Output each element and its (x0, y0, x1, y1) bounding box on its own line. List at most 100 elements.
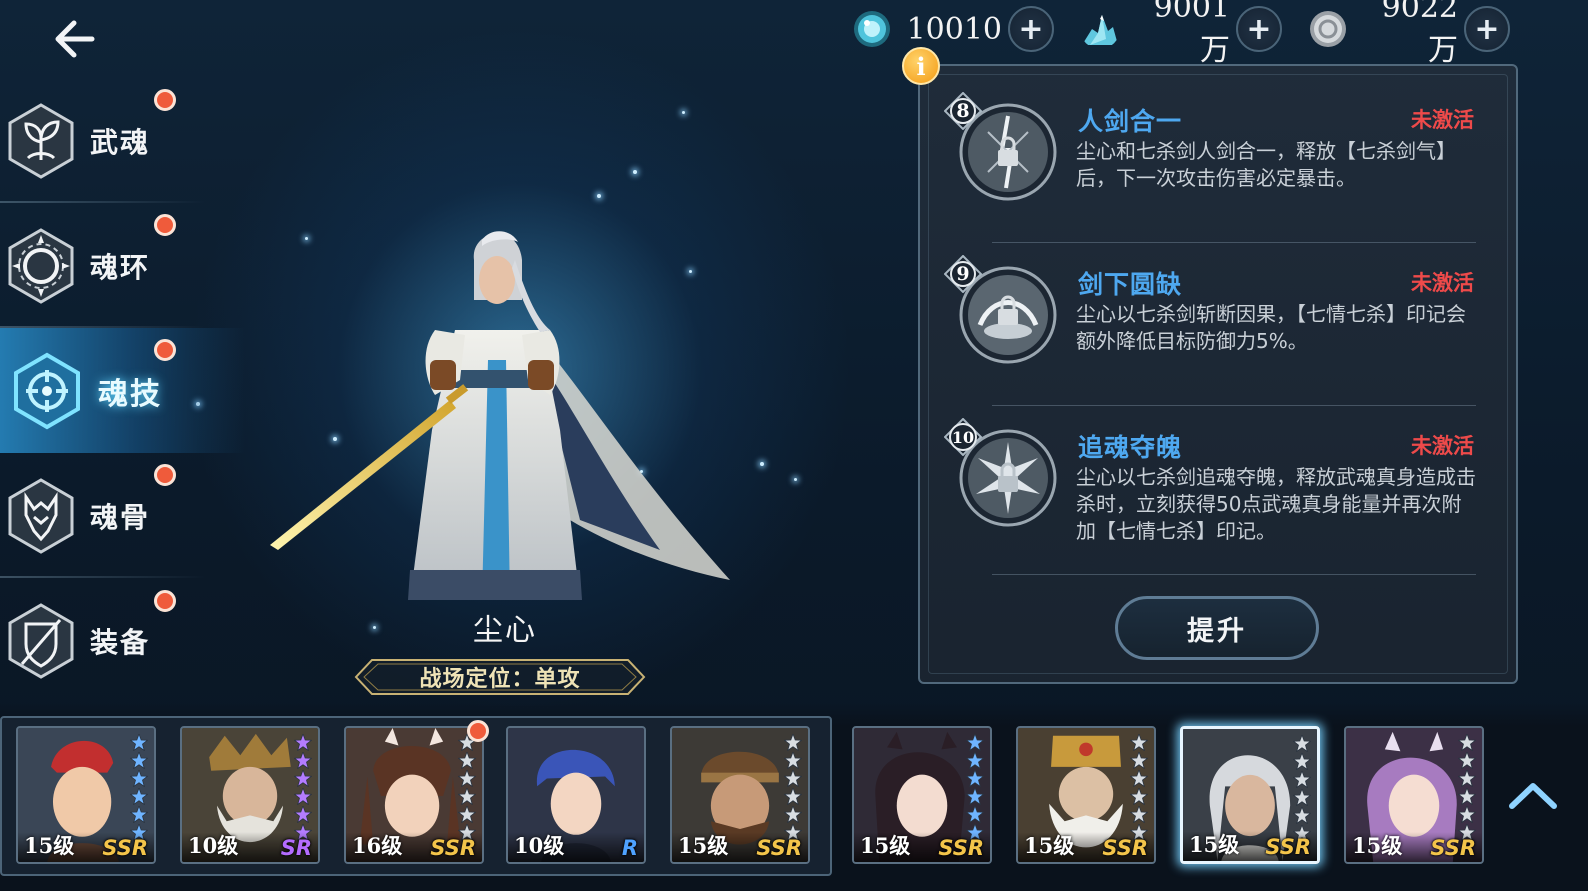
hero-level: 15级 (1352, 833, 1403, 858)
menu-item-equipment[interactable]: 装备 (0, 578, 245, 703)
star-icon (1293, 807, 1311, 824)
battle-role-tag: 战场定位：单攻 (352, 656, 648, 698)
sparkle (633, 170, 637, 174)
star-icon (784, 734, 802, 751)
hero-card[interactable]: 15级 SSR (852, 726, 992, 864)
star-icon (966, 806, 984, 823)
star-rating (130, 734, 148, 841)
menu-label: 魂技 (98, 376, 162, 412)
star-icon (1293, 735, 1311, 752)
star-icon (458, 752, 476, 769)
star-icon (784, 752, 802, 769)
star-icon (458, 806, 476, 823)
star-icon (294, 770, 312, 787)
hero-level: 10级 (514, 833, 565, 858)
hero-card[interactable]: 15级 SSR (1344, 726, 1484, 864)
skill-level-badge: 9 (943, 254, 983, 294)
currency-spirit-pile: 9001万 + (1080, 0, 1282, 68)
star-icon (294, 752, 312, 769)
upgrade-button[interactable]: 提升 (1115, 596, 1319, 660)
menu-label: 魂骨 (90, 500, 151, 534)
crystal-pile-icon (1082, 15, 1118, 45)
hero-card-selected[interactable]: 15级 SSR (1180, 726, 1320, 864)
hero-rarity: SSR (430, 836, 476, 860)
currency-silver-coin: 9022万 + (1308, 0, 1510, 68)
star-icon (1130, 788, 1148, 805)
hero-level: 16级 (352, 833, 403, 858)
skill-entry[interactable]: 10 追魂夺魄 未激活 尘心以七杀剑追魂夺魄，释放武魂真身造成击杀时，立刻获得5… (940, 417, 1480, 588)
hero-rarity: SSR (756, 836, 802, 860)
star-icon (966, 788, 984, 805)
star-icon (1293, 771, 1311, 788)
skill-entry[interactable]: 8 人剑合一 未激活 尘心和七杀剑人剑合一，释放【七杀剑气】后，下一次攻击伤害必… (940, 91, 1480, 262)
star-icon (966, 770, 984, 787)
notification-dot (154, 590, 176, 612)
hero-level: 15级 (1024, 833, 1075, 858)
skill-level-badge: 10 (943, 417, 983, 457)
hero-rarity: SSR (102, 836, 148, 860)
shield-emblem-icon (8, 602, 74, 679)
star-icon (1458, 770, 1476, 787)
hero-level: 10级 (188, 833, 239, 858)
hero-card[interactable]: 15级 SSR (1016, 726, 1156, 864)
star-icon (294, 734, 312, 751)
star-rating (1293, 735, 1311, 842)
menu-item-martial-soul[interactable]: 武魂 (0, 78, 245, 203)
star-icon (1130, 806, 1148, 823)
star-icon (458, 770, 476, 787)
currency-value: 9022万 (1381, 0, 1458, 68)
star-icon (294, 788, 312, 805)
star-icon (784, 788, 802, 805)
star-icon (1293, 753, 1311, 770)
add-spirit-crystal-button[interactable]: + (1236, 6, 1282, 52)
currency-soul-crystal: 10010 + (852, 6, 1054, 52)
skill-status: 未激活 (1411, 434, 1474, 458)
star-icon (1130, 734, 1148, 751)
chevron-up-icon[interactable] (1508, 778, 1558, 812)
hero-rarity: SSR (1102, 836, 1148, 860)
notification-dot (154, 214, 176, 236)
back-button[interactable] (48, 16, 100, 62)
hero-card[interactable]: 15级 SSR (16, 726, 156, 864)
notification-dot (154, 89, 176, 111)
skill-name: 剑下圆缺 (1078, 270, 1183, 299)
game-scene: 10010 + 9001万 + 9022万 + 武魂 魂环 魂技 魂骨 装备 尘… (0, 0, 1588, 891)
info-icon[interactable]: i (902, 47, 940, 85)
skill-level: 10 (951, 427, 975, 447)
star-icon (130, 806, 148, 823)
menu-item-soul-skill[interactable]: 魂技 (0, 328, 245, 453)
skill-description: 尘心和七杀剑人剑合一，释放【七杀剑气】后，下一次攻击伤害必定暴击。 (1076, 139, 1456, 190)
hero-card[interactable]: 10级 SR (180, 726, 320, 864)
sparkle (794, 478, 797, 481)
star-icon (1458, 734, 1476, 751)
menu-label: 魂环 (90, 250, 151, 284)
sparkle (597, 194, 601, 198)
currency-value: 9001万 (1153, 0, 1230, 68)
star-icon (1130, 770, 1148, 787)
star-icon (1130, 752, 1148, 769)
star-icon (458, 788, 476, 805)
skill-level: 9 (956, 263, 970, 285)
add-soul-crystal-button[interactable]: + (1008, 6, 1054, 52)
sparkle (760, 462, 764, 466)
hero-rarity: R (621, 836, 638, 860)
skill-entry[interactable]: 9 剑下圆缺 未激活 尘心以七杀剑斩断因果，【七情七杀】印记会额外降低目标防御力… (940, 254, 1480, 425)
sparkle (373, 626, 376, 629)
hero-card[interactable]: 16级 SSR (344, 726, 484, 864)
hero-rarity: SR (280, 836, 312, 860)
hero-card[interactable]: 10级 R (506, 726, 646, 864)
ring-emblem-icon (8, 227, 74, 304)
menu-item-soul-bone[interactable]: 魂骨 (0, 453, 245, 578)
menu-label: 装备 (90, 625, 151, 659)
role-text: 战场定位：单攻 (419, 667, 581, 692)
menu-item-soul-ring[interactable]: 魂环 (0, 203, 245, 328)
add-silver-coin-button[interactable]: + (1464, 6, 1510, 52)
hero-level: 15级 (678, 833, 729, 858)
sprout-emblem-icon (8, 102, 74, 179)
skill-emblem-icon (14, 352, 80, 429)
arrow-left-icon (55, 20, 95, 58)
hero-card[interactable]: 15级 SSR (670, 726, 810, 864)
bone-emblem-icon (8, 477, 74, 554)
star-rating (458, 734, 476, 841)
character-model (270, 231, 730, 600)
